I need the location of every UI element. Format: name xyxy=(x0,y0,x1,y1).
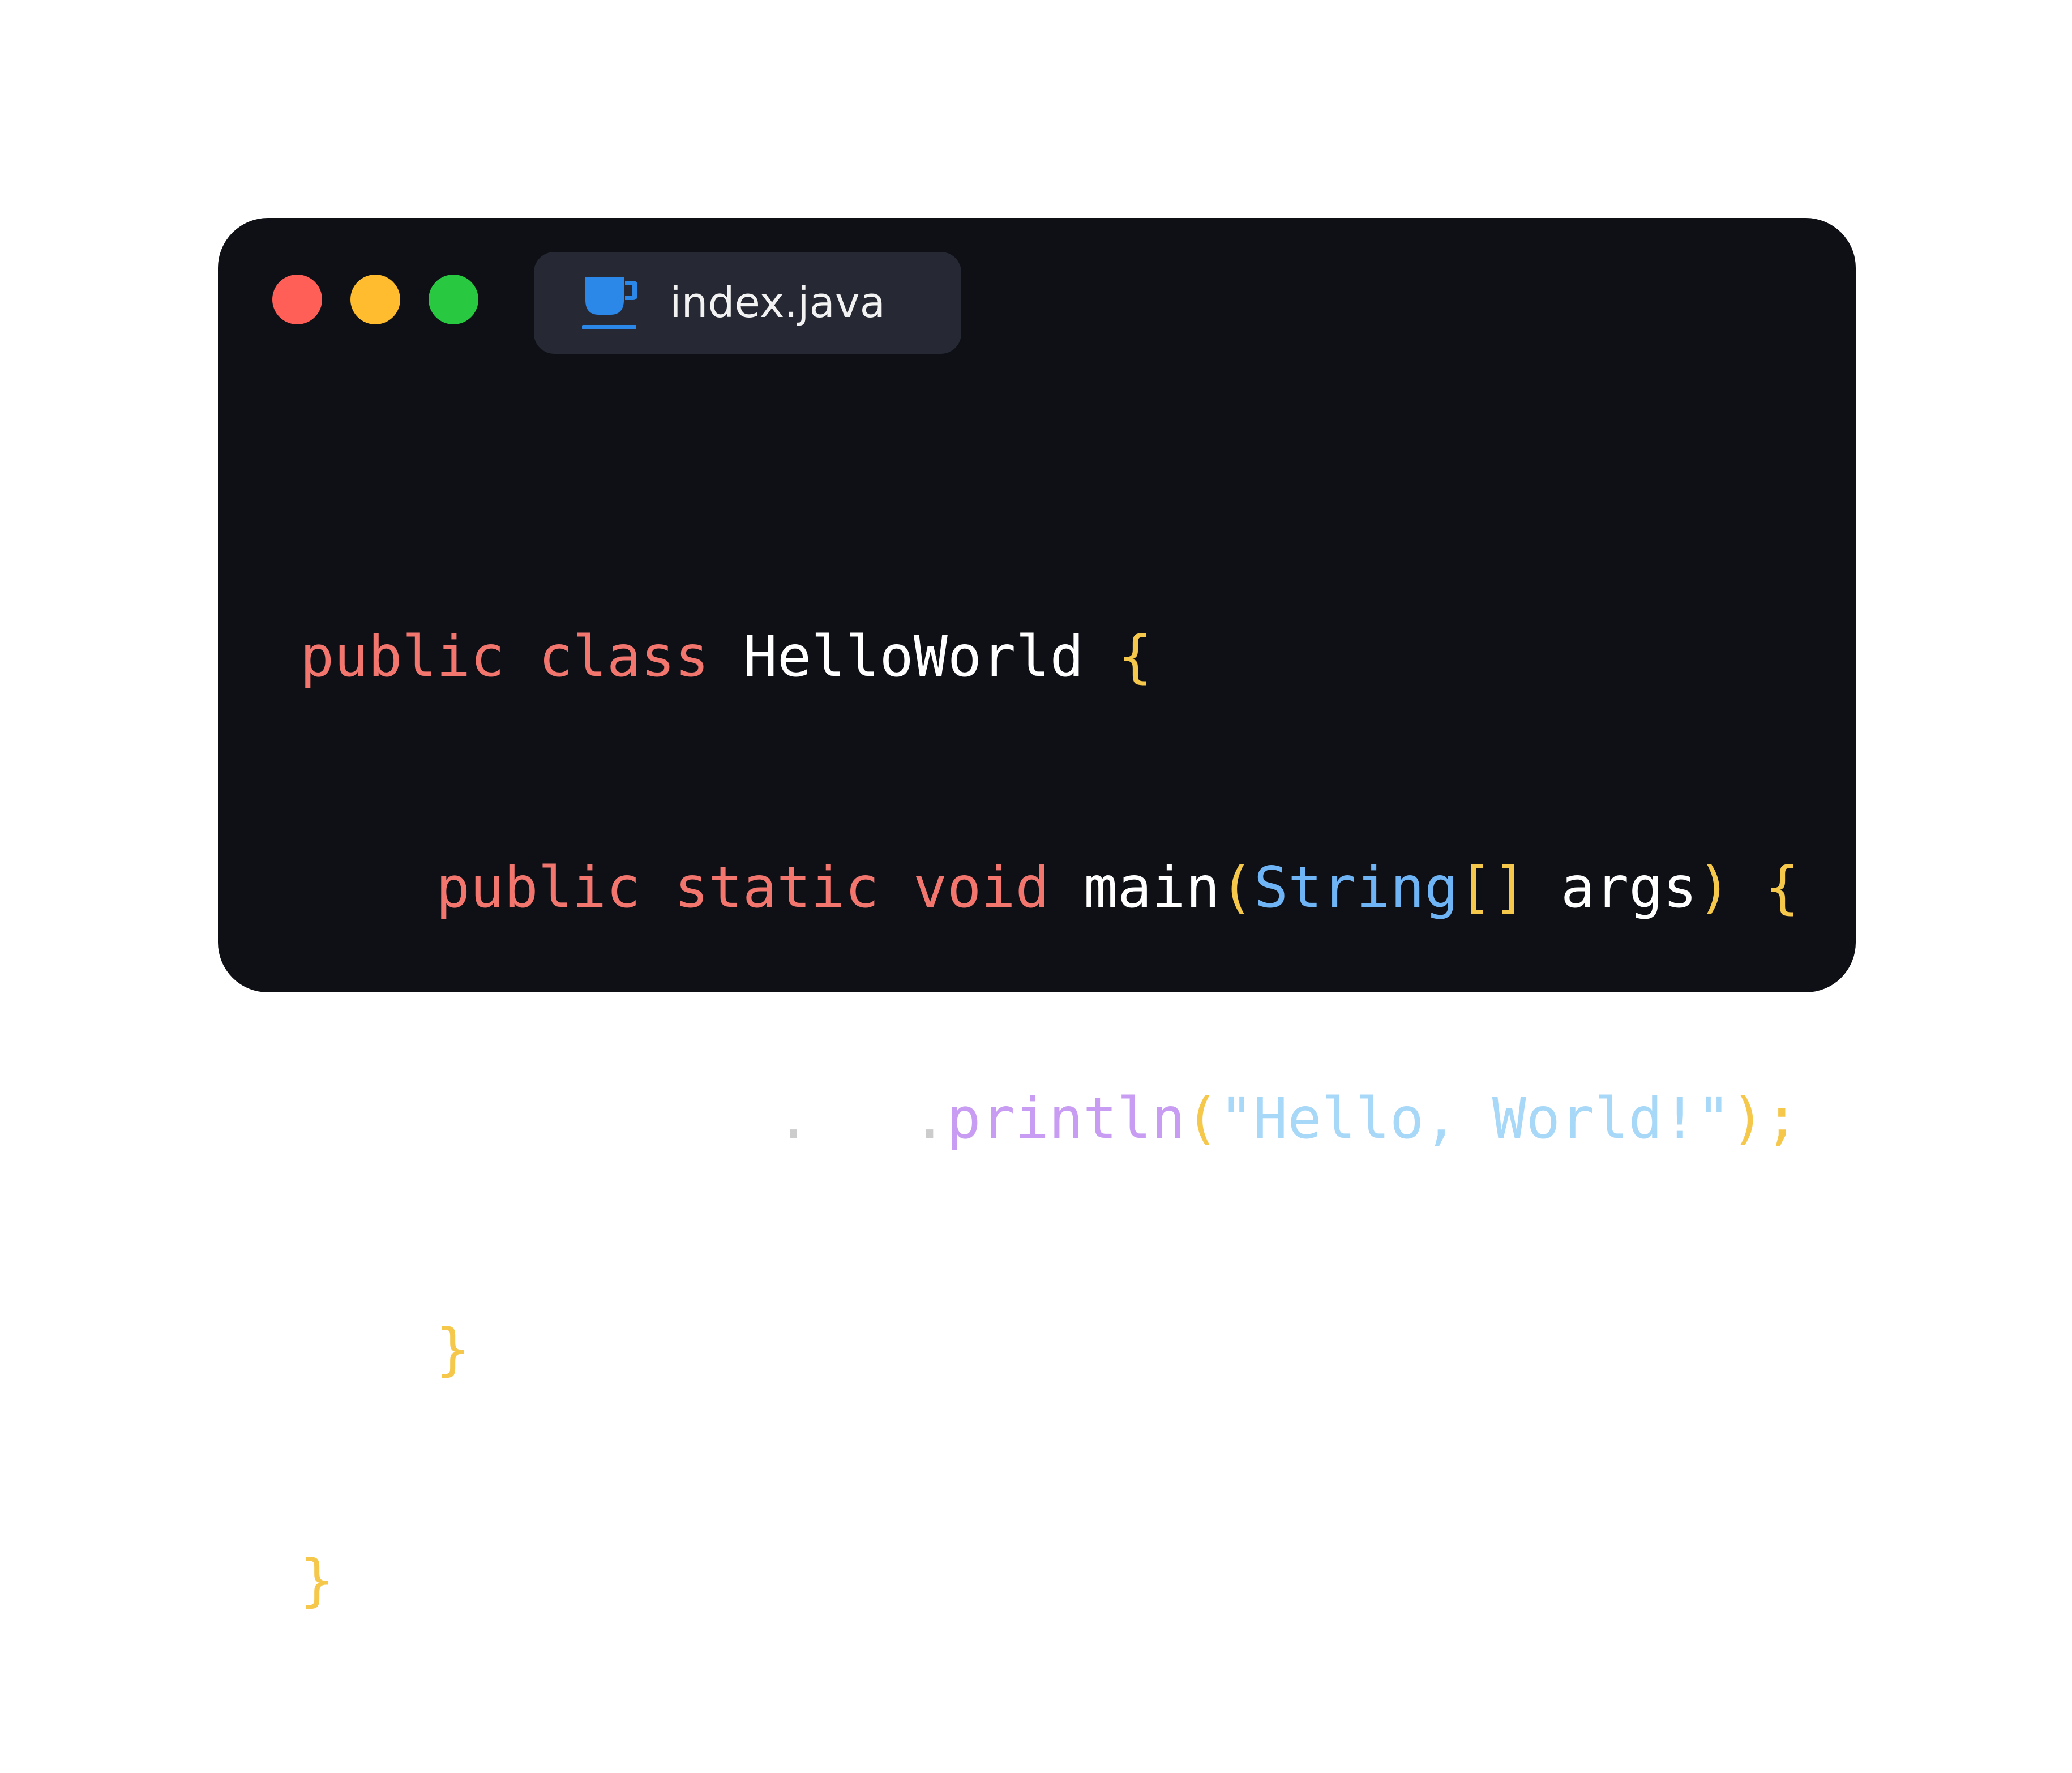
close-brace: } xyxy=(300,1547,335,1613)
minimize-window-button[interactable] xyxy=(350,275,400,324)
maximize-window-button[interactable] xyxy=(429,275,478,324)
string-literal: "Hello, World!" xyxy=(1219,1085,1731,1151)
close-brace: } xyxy=(436,1316,470,1382)
param-type: String xyxy=(1254,854,1459,920)
code-line-3: System.out.println("Hello, World!"); xyxy=(300,1080,1799,1157)
code-line-2: public static void main(String[] args) { xyxy=(300,849,1799,926)
code-editor: public class HelloWorld { public static … xyxy=(300,464,1799,1773)
out-identifier: out xyxy=(810,1085,913,1151)
open-paren: ( xyxy=(1185,1085,1219,1151)
code-line-4: } xyxy=(300,1311,1799,1388)
code-window: index.java public class HelloWorld { pub… xyxy=(218,218,1856,1613)
open-brace: { xyxy=(1118,623,1153,690)
method-name: main xyxy=(1083,854,1220,920)
semicolon: ; xyxy=(1765,1085,1799,1151)
array-brackets: [] xyxy=(1458,854,1527,920)
file-tab-index-java[interactable]: index.java xyxy=(534,252,961,354)
param-name: args xyxy=(1560,854,1697,920)
println-method: println xyxy=(947,1085,1185,1151)
open-paren: ( xyxy=(1219,854,1254,920)
class-name: HelloWorld xyxy=(743,623,1084,690)
system-identifier: System xyxy=(572,1085,777,1151)
keyword-static: static xyxy=(674,854,879,920)
close-paren: ) xyxy=(1697,854,1731,920)
keyword-public: public xyxy=(436,854,641,920)
code-line-5: } xyxy=(300,1542,1799,1619)
open-brace: { xyxy=(1765,854,1800,920)
keyword-void: void xyxy=(913,854,1050,920)
dot: . xyxy=(776,1085,811,1151)
tab-filename: index.java xyxy=(670,279,886,327)
code-line-1: public class HelloWorld { xyxy=(300,618,1799,695)
java-coffee-cup-icon xyxy=(582,277,637,329)
close-window-button[interactable] xyxy=(272,275,322,324)
keyword-public: public xyxy=(300,623,505,690)
close-paren: ) xyxy=(1731,1085,1765,1151)
keyword-class: class xyxy=(538,623,709,690)
dot: . xyxy=(913,1085,947,1151)
